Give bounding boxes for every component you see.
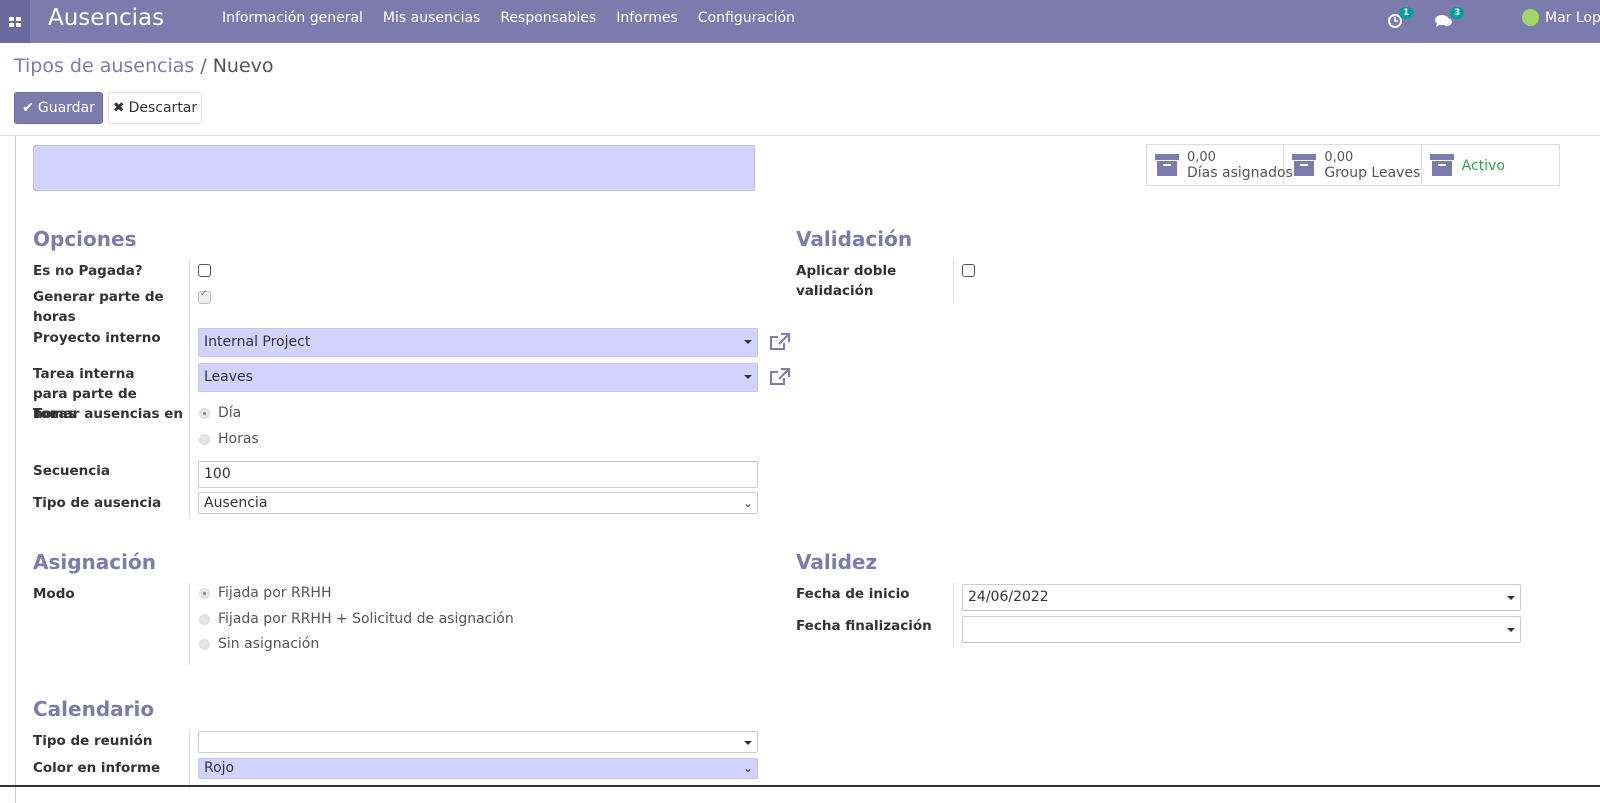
- leave-type-select[interactable]: Ausencia ⌄: [198, 492, 758, 514]
- report-color-label: Color en informe: [33, 760, 161, 776]
- start-date-input[interactable]: 24/06/2022: [962, 584, 1521, 611]
- section-title-validacion: Validación: [796, 227, 913, 251]
- radio-fijada-rrhh-label[interactable]: Fijada por RRHH: [218, 585, 331, 601]
- stat-label: Group Leaves: [1324, 165, 1421, 181]
- unpaid-label: Es no Pagada?: [33, 263, 143, 279]
- double-validation-label: Aplicar doble validación: [796, 263, 897, 299]
- external-link-icon[interactable]: [769, 332, 791, 352]
- menu-item-configuracion[interactable]: Configuración: [688, 0, 805, 43]
- caret-down-icon: [1507, 628, 1515, 632]
- start-date-label: Fecha de inicio: [796, 586, 910, 602]
- caret-down-icon: [1507, 596, 1515, 600]
- activity-count-badge: 1: [1399, 7, 1414, 19]
- check-icon: ✔: [22, 100, 34, 116]
- archive-icon: [1429, 154, 1454, 176]
- radio-fijada-rrhh[interactable]: [199, 588, 210, 599]
- report-color-value: Rojo: [204, 760, 235, 776]
- stat-button-dias-asignados[interactable]: 0,00 Días asignados: [1147, 145, 1293, 185]
- save-button-label: Guardar: [37, 100, 95, 116]
- validity-group-separator: [953, 583, 954, 648]
- radio-fijada-solicitud-label[interactable]: Fijada por RRHH + Solicitud de asignació…: [218, 611, 514, 627]
- section-title-validez: Validez: [796, 550, 878, 574]
- validation-group-separator: [953, 260, 954, 302]
- stat-button-activo[interactable]: Activo: [1422, 145, 1559, 185]
- discard-button[interactable]: ✖ Descartar: [108, 92, 202, 124]
- form-sheet-border: [15, 136, 16, 803]
- breadcrumb: Tipos de ausencias / Nuevo: [14, 55, 274, 77]
- leave-type-label: Tipo de ausencia: [33, 495, 162, 511]
- end-date-input[interactable]: [962, 616, 1521, 643]
- project-value: Internal Project: [204, 334, 311, 350]
- messages-count-badge: 3: [1450, 7, 1465, 19]
- window-bottom-edge: [0, 785, 1600, 787]
- timesheet-label: Generar parte de horas: [33, 289, 164, 325]
- close-icon: ✖: [112, 100, 125, 116]
- discard-button-label: Descartar: [128, 100, 198, 116]
- calendar-group-separator: [189, 730, 190, 785]
- report-color-select[interactable]: Rojo ⌄: [198, 758, 758, 779]
- radio-fijada-solicitud[interactable]: [199, 614, 210, 625]
- breadcrumb-current: Nuevo: [212, 55, 274, 77]
- breadcrumb-separator: /: [200, 55, 207, 77]
- mode-label: Modo: [33, 586, 75, 602]
- radio-horas-label[interactable]: Horas: [218, 431, 259, 447]
- menu-item-informacion-general[interactable]: Información general: [212, 0, 373, 43]
- sequence-label: Secuencia: [33, 463, 110, 479]
- double-validation-checkbox[interactable]: [962, 264, 975, 277]
- menu-item-informes[interactable]: Informes: [606, 0, 688, 43]
- meeting-type-select[interactable]: [198, 731, 758, 753]
- end-date-label: Fecha finalización: [796, 618, 932, 634]
- task-value: Leaves: [204, 369, 253, 385]
- project-select[interactable]: Internal Project: [198, 328, 758, 357]
- active-status-label: Activo: [1461, 158, 1505, 174]
- chevron-down-icon: ⌄: [742, 761, 753, 775]
- stat-buttons: 0,00 Días asignados 0,00 Group Leaves Ac…: [1146, 144, 1560, 186]
- section-title-asignacion: Asignación: [33, 550, 156, 574]
- leave-type-name-input[interactable]: [33, 145, 755, 191]
- start-date-value: 24/06/2022: [968, 589, 1049, 605]
- radio-dia-label[interactable]: Día: [218, 405, 241, 421]
- radio-sin-asignacion[interactable]: [199, 639, 210, 650]
- user-avatar[interactable]: [1522, 9, 1539, 26]
- archive-icon: [1155, 154, 1179, 176]
- stat-value: 0,00: [1324, 150, 1354, 165]
- timesheet-checkbox[interactable]: [198, 289, 211, 304]
- project-label: Proyecto interno: [33, 330, 161, 346]
- menu-item-mis-ausencias[interactable]: Mis ausencias: [373, 0, 490, 43]
- allocation-group-separator: [189, 583, 190, 665]
- chat-icon: [1435, 14, 1452, 27]
- meeting-type-label: Tipo de reunión: [33, 733, 153, 749]
- section-title-calendario: Calendario: [33, 697, 155, 721]
- save-button[interactable]: ✔ Guardar: [14, 92, 103, 124]
- stat-label: Días asignados: [1187, 165, 1293, 181]
- caret-down-icon: [744, 340, 752, 344]
- radio-sin-asignacion-label[interactable]: Sin asignación: [218, 636, 319, 652]
- unpaid-checkbox[interactable]: [198, 264, 211, 277]
- stat-button-group-leaves[interactable]: 0,00 Group Leaves: [1284, 145, 1422, 185]
- chevron-down-icon: ⌄: [742, 496, 753, 510]
- section-title-opciones: Opciones: [33, 227, 137, 251]
- user-name[interactable]: Mar Lopez: [1545, 10, 1600, 26]
- menu-item-responsables[interactable]: Responsables: [490, 0, 606, 43]
- top-navbar: Ausencias Información general Mis ausenc…: [0, 0, 1600, 43]
- options-group-separator: [189, 260, 190, 518]
- messages-button[interactable]: [1435, 0, 1452, 43]
- caret-down-icon: [744, 741, 752, 745]
- sequence-input[interactable]: 100: [198, 461, 758, 488]
- take-in-label: Tomar ausencias en: [33, 406, 183, 422]
- main-menu: Información general Mis ausencias Respon…: [212, 0, 805, 43]
- stat-value: 0,00: [1187, 150, 1216, 165]
- activity-button[interactable]: [1388, 0, 1402, 43]
- archive-icon: [1292, 154, 1317, 176]
- breadcrumb-parent[interactable]: Tipos de ausencias: [14, 55, 194, 77]
- task-select[interactable]: Leaves: [198, 363, 758, 392]
- caret-down-icon: [744, 375, 752, 379]
- radio-dia[interactable]: [199, 408, 210, 419]
- leave-type-value: Ausencia: [204, 495, 268, 511]
- control-panel-divider: [0, 135, 1600, 136]
- app-title[interactable]: Ausencias: [48, 5, 164, 31]
- radio-horas[interactable]: [199, 434, 210, 445]
- external-link-icon[interactable]: [769, 367, 791, 387]
- apps-menu-icon[interactable]: [0, 0, 30, 43]
